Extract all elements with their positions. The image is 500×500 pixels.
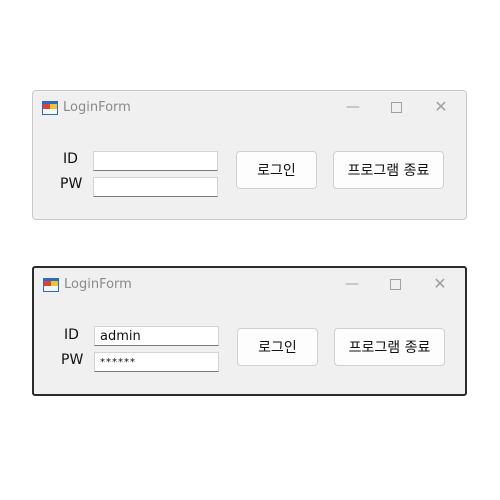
title-bar[interactable]: LoginForm — ✕ xyxy=(33,91,466,123)
login-form-window-filled: LoginForm — ✕ ID PW 로그인 프로그램 종료 xyxy=(32,266,467,396)
id-input[interactable] xyxy=(94,326,219,346)
app-form-icon xyxy=(43,278,59,292)
pw-label: PW xyxy=(61,352,84,368)
exit-program-button[interactable]: 프로그램 종료 xyxy=(334,328,445,366)
maximize-icon[interactable] xyxy=(380,274,410,294)
window-title: LoginForm xyxy=(64,277,132,292)
id-input[interactable] xyxy=(93,151,218,171)
login-form-window-empty: LoginForm — ✕ ID PW 로그인 프로그램 종료 xyxy=(32,90,467,220)
close-icon[interactable]: ✕ xyxy=(425,274,455,294)
password-input[interactable] xyxy=(94,352,219,372)
maximize-icon[interactable] xyxy=(381,97,411,117)
window-title: LoginForm xyxy=(63,100,131,115)
minimize-icon[interactable]: — xyxy=(338,97,368,117)
app-form-icon xyxy=(42,101,58,115)
exit-program-button[interactable]: 프로그램 종료 xyxy=(333,151,444,189)
title-bar[interactable]: LoginForm — ✕ xyxy=(34,268,465,300)
login-button[interactable]: 로그인 xyxy=(237,328,318,366)
minimize-icon[interactable]: — xyxy=(337,274,367,294)
id-label: ID xyxy=(63,151,78,167)
password-input[interactable] xyxy=(93,177,218,197)
close-icon[interactable]: ✕ xyxy=(426,97,456,117)
login-button[interactable]: 로그인 xyxy=(236,151,317,189)
pw-label: PW xyxy=(60,176,83,192)
id-label: ID xyxy=(64,327,79,343)
